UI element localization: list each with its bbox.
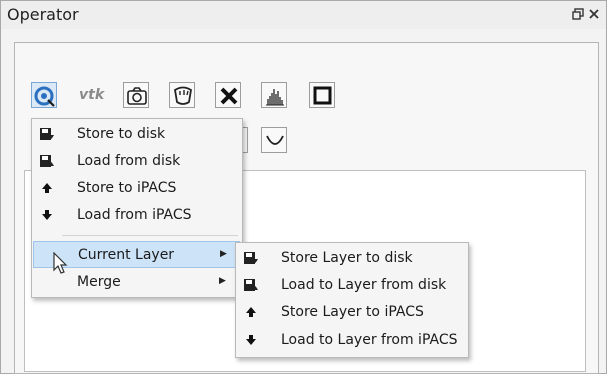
delete-icon [220, 87, 238, 105]
crop-button[interactable] [309, 82, 335, 108]
load-disk-icon [244, 279, 258, 291]
menu-item-store-layer-to-ipacs[interactable]: Store Layer to iPACS [237, 299, 467, 326]
menu-item-store-to-ipacs[interactable]: Store to iPACS [33, 175, 241, 202]
menu-separator [62, 235, 238, 236]
io-icon [34, 86, 55, 107]
menu-item-load-from-disk[interactable]: Load from disk [33, 148, 241, 175]
curve-icon [266, 135, 284, 145]
histogram-button[interactable] [261, 82, 287, 108]
menu-item-label: Store Layer to iPACS [281, 304, 424, 320]
menu-item-label: Load to Layer from disk [281, 277, 447, 293]
mouse-cursor-icon [53, 252, 68, 274]
camera-icon [127, 87, 147, 105]
menu-item-label: Store to iPACS [77, 180, 177, 196]
close-icon[interactable] [587, 8, 601, 22]
store-disk-icon [244, 252, 258, 264]
submenu-arrow-icon: ▶ [219, 276, 226, 286]
vtk-icon: vtk [79, 87, 105, 103]
menu-item-load-to-layer-from-disk[interactable]: Load to Layer from disk [237, 272, 467, 299]
download-arrow-icon [246, 335, 256, 345]
upload-arrow-icon [42, 183, 52, 193]
lasso-button[interactable] [169, 82, 195, 108]
menu-item-label: Current Layer [78, 247, 175, 263]
menu-item-label: Load from iPACS [77, 207, 192, 223]
camera-button[interactable] [123, 82, 149, 108]
menu-item-label: Load to Layer from iPACS [281, 332, 458, 348]
load-disk-icon [40, 155, 54, 167]
current-layer-submenu: Store Layer to disk Load to Layer from d… [235, 242, 469, 358]
curve-button[interactable] [261, 127, 287, 153]
menu-item-store-layer-to-disk[interactable]: Store Layer to disk [237, 245, 467, 272]
menu-item-label: Merge [77, 274, 121, 290]
submenu-arrow-icon: ▶ [220, 249, 227, 259]
title-bar: Operator [1, 1, 606, 29]
menu-item-store-to-disk[interactable]: Store to disk [33, 121, 241, 148]
menu-item-label: Store to disk [77, 126, 166, 142]
vtk-button[interactable]: vtk [77, 82, 105, 108]
lasso-icon [174, 86, 192, 105]
menu-item-load-to-layer-from-ipacs[interactable]: Load to Layer from iPACS [237, 327, 467, 354]
float-icon[interactable] [571, 8, 585, 22]
menu-item-label: Store Layer to disk [281, 250, 413, 266]
io-button[interactable] [31, 82, 57, 108]
crop-icon [313, 86, 332, 105]
window-title: Operator [7, 5, 79, 24]
histogram-icon [266, 89, 284, 106]
menu-item-label: Load from disk [77, 153, 181, 169]
upload-arrow-icon [246, 307, 256, 317]
download-arrow-icon [42, 210, 52, 220]
delete-button[interactable] [215, 82, 241, 108]
menu-item-load-from-ipacs[interactable]: Load from iPACS [33, 202, 241, 229]
store-disk-icon [40, 128, 54, 140]
